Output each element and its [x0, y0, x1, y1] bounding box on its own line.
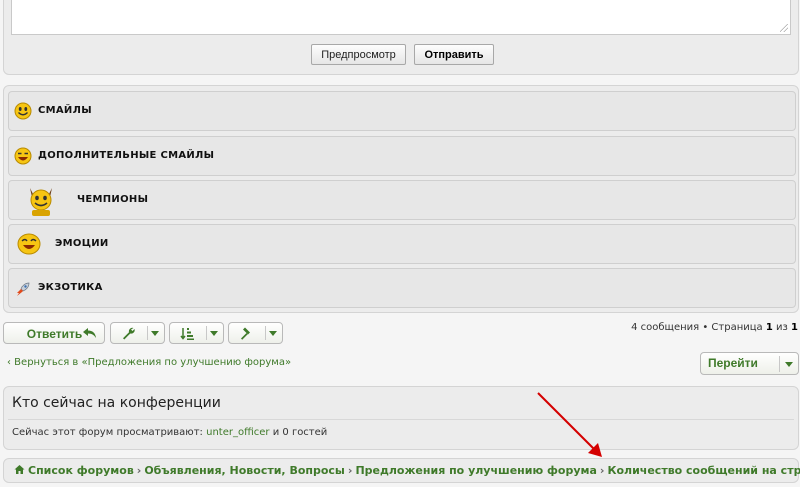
total-pages: 1: [791, 322, 798, 333]
smiley-section-label: Дополнительные смайлы: [38, 150, 215, 161]
message-textarea[interactable]: [11, 0, 791, 35]
smiley-section-label: Чемпионы: [77, 194, 149, 205]
breadcrumb-separator: ›: [599, 464, 605, 477]
breadcrumb-forum-index[interactable]: Список форумов: [28, 464, 134, 477]
home-icon: [14, 465, 25, 474]
smiley-section-label: Смайлы: [38, 105, 92, 116]
smiley-section-exotic[interactable]: Экзотика: [8, 268, 796, 308]
breadcrumb-suggestions-forum[interactable]: Предложения по улучшению форума: [355, 464, 596, 477]
jump-to-label: Перейти: [708, 356, 758, 370]
pagination-prefix: 4 сообщения • Страница: [631, 322, 763, 333]
pagination-of: из: [776, 322, 788, 333]
smiley-section-extra-smiles[interactable]: Дополнительные смайлы: [8, 136, 796, 176]
split-separator: [147, 326, 148, 340]
sort-options-button[interactable]: [169, 322, 224, 344]
smiley-section-label: Экзотика: [38, 282, 103, 293]
back-to-forum-link[interactable]: ‹ Вернуться в «Предложения по улучшению …: [7, 357, 291, 368]
topic-tools-button[interactable]: [110, 322, 165, 344]
reply-button[interactable]: Ответить: [3, 322, 105, 344]
breadcrumb-separator: ›: [136, 464, 142, 477]
divider: [8, 419, 794, 420]
jump-to-button[interactable]: Перейти: [700, 352, 799, 375]
preview-button[interactable]: Предпросмотр: [311, 44, 406, 65]
breadcrumb-news-category[interactable]: Объявления, Новости, Вопросы: [144, 464, 345, 477]
reply-arrow-icon: [83, 328, 96, 338]
sort-icon: [180, 328, 194, 340]
submit-button[interactable]: Отправить: [414, 44, 494, 65]
moderator-tools-button[interactable]: [228, 322, 283, 344]
breadcrumb-current-topic[interactable]: Количество сообщений на странице: [607, 464, 800, 477]
who-is-online-panel: Кто сейчас на конференции Сейчас этот фо…: [3, 386, 799, 450]
chevron-down-icon: [269, 331, 277, 336]
laughing-smiley-icon: [17, 233, 41, 255]
smiley-section-champions[interactable]: Чемпионы: [8, 180, 796, 220]
current-page: 1: [765, 322, 773, 333]
horned-champion-smiley-icon: [30, 188, 52, 216]
smiley-section-smiles[interactable]: Смайлы: [8, 91, 796, 131]
rocket-icon: [17, 282, 30, 296]
online-user-link[interactable]: unter_officer: [206, 427, 269, 438]
chevron-down-icon: [151, 331, 159, 336]
breadcrumb-separator: ›: [347, 464, 353, 477]
chevron-down-icon: [785, 362, 793, 367]
who-is-online-title: Кто сейчас на конференции: [12, 395, 221, 411]
smiley-face-icon: [14, 102, 32, 120]
breadcrumb-bar: Список форумов › Объявления, Новости, Вопр…: [3, 458, 800, 483]
post-editor-panel: Предпросмотр Отправить: [3, 0, 799, 75]
pagination-info: 4 сообщения • Страница 1 из 1: [631, 322, 798, 336]
online-text-prefix: Сейчас этот форум просматривают:: [12, 427, 203, 438]
laughing-smiley-icon: [14, 147, 32, 165]
split-separator: [206, 326, 207, 340]
resize-handle[interactable]: [780, 24, 788, 32]
breadcrumb: Список форумов › Объявления, Новости, Вопр…: [14, 464, 800, 477]
split-separator: [265, 326, 266, 340]
annotation-arrow-icon: [537, 392, 602, 457]
smiley-section-label: Эмоции: [55, 238, 109, 249]
wrench-icon: [123, 327, 135, 340]
smiley-section-emotions[interactable]: Эмоции: [8, 224, 796, 264]
smilies-panel: Смайлы Дополнительные смайлы Чемпионы: [3, 85, 799, 313]
reply-button-label: Ответить: [26, 327, 83, 341]
online-users-text: Сейчас этот форум просматривают: unter_o…: [12, 427, 327, 438]
online-text-suffix: и 0 гостей: [272, 427, 328, 438]
hammer-icon: [241, 327, 250, 340]
chevron-down-icon: [210, 331, 218, 336]
split-separator: [779, 356, 780, 372]
